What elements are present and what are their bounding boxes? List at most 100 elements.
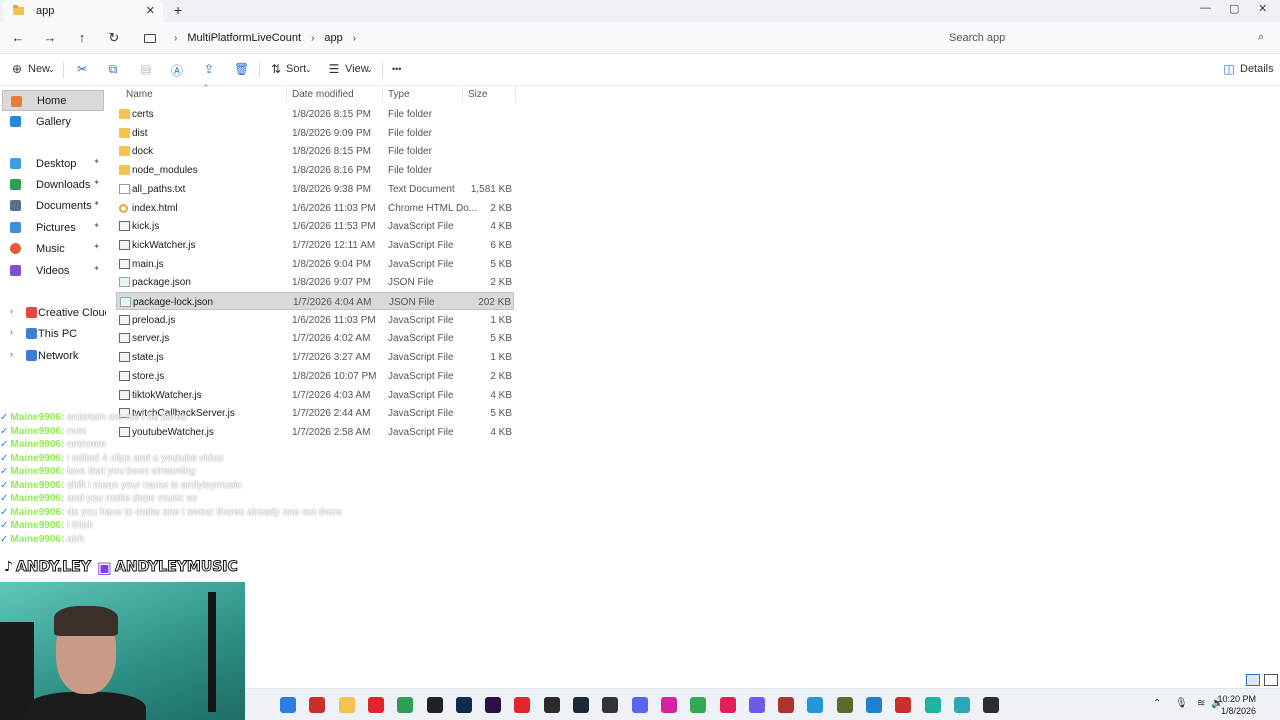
- widgets-icon[interactable]: [309, 697, 326, 713]
- maximize-button[interactable]: ▢: [1229, 2, 1239, 15]
- rename-icon[interactable]: Ⓐ: [170, 62, 184, 78]
- breadcrumb[interactable]: › MultiPlatformLiveCount › app ›: [136, 26, 936, 50]
- discord-icon[interactable]: [631, 697, 648, 713]
- opera-icon[interactable]: [367, 697, 384, 713]
- tab-app[interactable]: app ✕: [3, 0, 163, 22]
- file-row[interactable]: store.js 1/8/2026 10:07 PM JavaScript File…: [116, 367, 514, 385]
- sort-button[interactable]: Sort: [286, 63, 306, 75]
- sidebar-item-this-pc[interactable]: › This PC: [2, 323, 104, 344]
- close-window-button[interactable]: ✕: [1258, 2, 1267, 15]
- epic-games-icon[interactable]: [543, 697, 560, 713]
- file-row[interactable]: node_modules 1/8/2026 8:16 PM File folder: [116, 161, 514, 179]
- capcut-icon[interactable]: [426, 697, 443, 713]
- file-explorer-icon[interactable]: [338, 697, 355, 713]
- sidebar-item-downloads[interactable]: Downloads ✦: [2, 174, 104, 195]
- file-row[interactable]: kickWatcher.js 1/7/2026 12:11 AM JavaScrip…: [116, 236, 514, 254]
- sidebar-item-home[interactable]: Home: [2, 90, 104, 111]
- music-icon: [10, 243, 21, 254]
- photoshop-icon[interactable]: [455, 697, 472, 713]
- file-row[interactable]: index.html 1/6/2026 11:03 PM Chrome HTML D…: [116, 199, 514, 217]
- share-icon[interactable]: ⇪: [202, 62, 216, 76]
- file-row[interactable]: preload.js 1/6/2026 11:03 PM JavaScript Fi…: [116, 311, 514, 329]
- instagram-icon[interactable]: [660, 697, 677, 713]
- edge2-icon[interactable]: [924, 697, 941, 713]
- downloads-icon: [10, 179, 21, 190]
- large-icons-view-icon[interactable]: [1264, 674, 1278, 686]
- file-row[interactable]: youtubeWatcher.js 1/7/2026 2:58 AM JavaScr…: [116, 423, 514, 441]
- expand-chevron-icon[interactable]: ›: [10, 306, 13, 316]
- tab-close-icon[interactable]: ✕: [146, 4, 155, 17]
- davinci-icon[interactable]: [983, 697, 1000, 713]
- tray-chevron-icon[interactable]: ⌃: [1153, 698, 1161, 709]
- file-row[interactable]: kick.js 1/6/2026 11:53 PM JavaScript File 4…: [116, 217, 514, 235]
- column-header-date[interactable]: Date modified: [292, 89, 354, 105]
- this-pc-icon: [144, 33, 156, 43]
- column-divider[interactable]: [462, 86, 463, 102]
- breadcrumb-item-app[interactable]: app: [324, 32, 342, 44]
- file-row[interactable]: package.json 1/8/2026 9:07 PM JSON File 2 K…: [116, 273, 514, 291]
- chrome-icon[interactable]: [690, 697, 707, 713]
- chevron-right-icon[interactable]: ›: [174, 33, 177, 44]
- sidebar-item-creative-cloud[interactable]: › Creative Cloud Files: [2, 302, 106, 323]
- file-row[interactable]: server.js 1/7/2026 4:02 AM JavaScript File…: [116, 329, 514, 347]
- column-divider[interactable]: [515, 86, 516, 102]
- minimize-button[interactable]: —: [1200, 2, 1211, 14]
- obs-icon[interactable]: [602, 697, 619, 713]
- column-header-name[interactable]: Name: [126, 89, 153, 105]
- wifi-icon[interactable]: ≋: [1197, 698, 1205, 709]
- cut-icon[interactable]: ✂: [75, 62, 89, 76]
- expand-chevron-icon[interactable]: ›: [10, 349, 13, 359]
- delete-icon[interactable]: 🗑: [234, 62, 249, 76]
- back-button[interactable]: ←: [10, 30, 26, 45]
- expand-chevron-icon[interactable]: ›: [10, 327, 13, 337]
- notepad-icon[interactable]: [953, 697, 970, 713]
- column-header-size[interactable]: Size: [468, 89, 487, 105]
- new-tab-button[interactable]: +: [174, 2, 182, 18]
- file-row[interactable]: main.js 1/8/2026 9:04 PM JavaScript File 5 …: [116, 255, 514, 273]
- premiere-icon[interactable]: [485, 697, 502, 713]
- sidebar-item-pictures[interactable]: Pictures ✦: [2, 217, 104, 238]
- sidebar-item-network[interactable]: › Network: [2, 345, 104, 366]
- microphone-icon[interactable]: 🎙: [1175, 698, 1188, 709]
- forward-button[interactable]: →: [42, 30, 58, 45]
- up-button[interactable]: ↑: [74, 30, 90, 45]
- tiktok-icon[interactable]: [719, 697, 736, 713]
- more-options-button[interactable]: •••: [392, 64, 401, 74]
- column-divider[interactable]: [286, 86, 287, 102]
- chevron-right-icon[interactable]: ›: [353, 33, 356, 44]
- sidebar-item-documents[interactable]: Documents ✦: [2, 195, 104, 216]
- copilot-icon[interactable]: [748, 697, 765, 713]
- new-button[interactable]: New: [28, 63, 50, 75]
- file-row[interactable]: package-lock.json 1/7/2026 4:04 AM JSON Fi…: [116, 292, 514, 310]
- column-header-type[interactable]: Type: [388, 89, 410, 105]
- sidebar-item-videos[interactable]: Videos ✦: [2, 260, 104, 281]
- photos-icon[interactable]: [866, 697, 882, 713]
- refresh-button[interactable]: ↻: [106, 30, 122, 46]
- details-view-icon[interactable]: [1246, 674, 1260, 686]
- file-row[interactable]: dist 1/8/2026 9:09 PM File folder: [116, 124, 514, 142]
- column-divider[interactable]: [382, 86, 383, 102]
- sidebar-item-music[interactable]: Music ✦: [2, 238, 104, 259]
- chevron-right-icon[interactable]: ›: [311, 33, 314, 44]
- breadcrumb-item-project[interactable]: MultiPlatformLiveCount: [187, 32, 301, 44]
- app-red2-icon[interactable]: [895, 697, 912, 713]
- paste-icon[interactable]: ▤: [139, 62, 153, 76]
- file-row[interactable]: tiktokWatcher.js 1/7/2026 4:03 AM JavaScri…: [116, 386, 514, 404]
- copy-icon[interactable]: ⧉: [106, 62, 120, 76]
- app-red-icon[interactable]: [778, 697, 795, 713]
- sidebar-item-desktop[interactable]: Desktop ✦: [2, 153, 104, 174]
- record-icon[interactable]: [514, 697, 531, 713]
- file-row[interactable]: dock 1/8/2026 8:15 PM File folder: [116, 142, 514, 160]
- details-button[interactable]: Details: [1240, 63, 1274, 75]
- file-row[interactable]: all_paths.txt 1/8/2026 9:38 PM Text Docume…: [116, 180, 514, 198]
- clock[interactable]: 10:20 PM 1/8/2026: [1217, 693, 1256, 717]
- notes-icon[interactable]: [836, 697, 853, 713]
- windows-start-icon[interactable]: [280, 697, 296, 713]
- edge-icon[interactable]: [807, 697, 824, 713]
- sidebar-item-gallery[interactable]: Gallery: [2, 111, 104, 132]
- search-input[interactable]: Search app ⌕: [940, 26, 1274, 50]
- file-row[interactable]: state.js 1/7/2026 3:27 AM JavaScript File 1…: [116, 348, 514, 366]
- steam-icon[interactable]: [573, 697, 589, 713]
- file-row[interactable]: certs 1/8/2026 8:15 PM File folder: [116, 105, 514, 123]
- xbox-icon[interactable]: [397, 697, 414, 713]
